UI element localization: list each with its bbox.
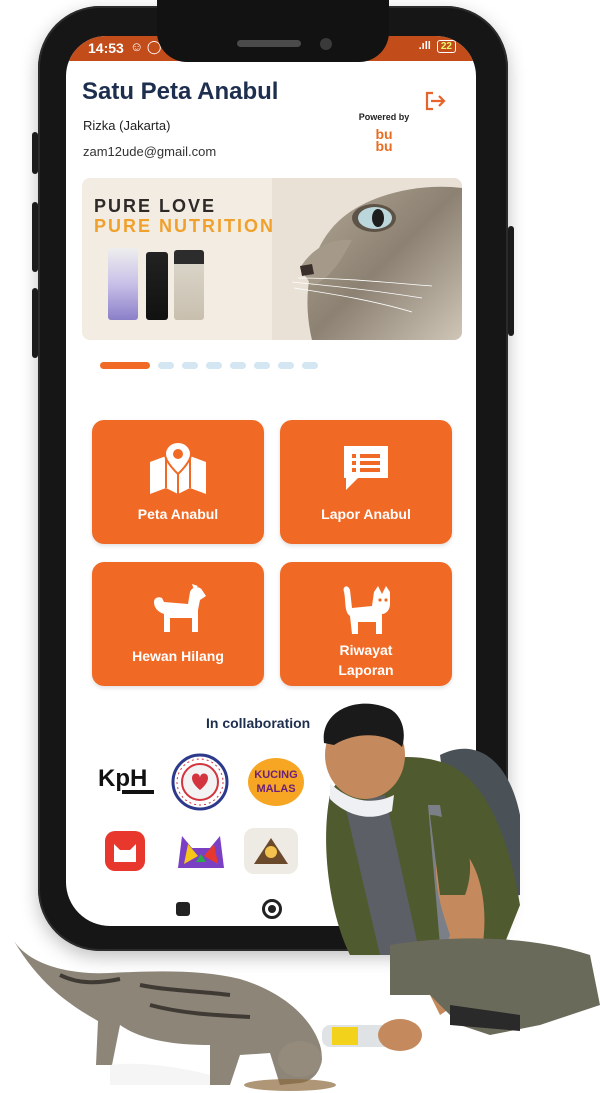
user-email: zam12ude@gmail.com [83,144,217,159]
tile-label: Lapor Anabul [321,506,411,522]
kph-logo: KpH [98,765,154,794]
phone-side-button [32,288,38,358]
status-time: 14:53 [88,40,124,56]
cat-mascot-logo [105,831,145,871]
banner-subheadline: PURE NUTRITION [94,216,275,236]
report-chat-icon [344,446,388,490]
colorful-cat-logo [178,836,224,868]
phone-side-button [508,226,514,336]
tile-label: Hewan Hilang [132,648,224,664]
carousel-dot[interactable] [206,362,222,369]
status-right: .ıll 22 [419,40,456,53]
carousel-dot-active[interactable] [100,362,150,369]
phone-notch [157,0,389,62]
carousel-dot[interactable] [182,362,198,369]
carousel-dot[interactable] [254,362,270,369]
phone-side-button [32,132,38,174]
carousel-dot[interactable] [158,362,174,369]
logout-icon[interactable] [422,88,448,114]
hewan-hilang-button[interactable]: Hewan Hilang [92,562,264,686]
bubu-logo: bu bu [375,126,393,154]
user-name: Rizka (Jakarta) [83,118,171,133]
signal-icon: .ıll [418,40,431,52]
product-pack-image [174,250,204,320]
animal-welfare-logo [171,753,229,811]
banner-headline: PURE LOVE [94,196,217,216]
product-pack-image [108,248,138,320]
page-title: Satu Peta Anabul [82,78,279,105]
map-pin-icon [150,440,206,494]
svg-text:KpH: KpH [98,765,147,792]
carousel-dot[interactable] [278,362,294,369]
tile-label: Peta Anabul [137,506,219,522]
promo-banner[interactable]: PURE LOVE PURE NUTRITION [82,178,462,340]
battery-icon: 22 [436,40,456,53]
cat-icon [343,586,390,634]
phone-side-button [32,202,38,272]
powered-by-label: Powered by [358,112,410,122]
lapor-anabul-button[interactable]: Lapor Anabul [280,420,452,544]
carousel-dot[interactable] [230,362,246,369]
tile-label: Riwayat Laporan [338,642,394,678]
cat-face-image [272,178,462,340]
recent-apps-button[interactable] [176,902,190,916]
notification-icons: ☺ ◯ [130,39,162,54]
home-button[interactable] [262,899,282,919]
front-camera [320,38,332,50]
product-pack-image [146,252,168,320]
cat-eating-image [14,941,336,1091]
peta-anabul-button[interactable]: Peta Anabul [92,420,264,544]
riwayat-laporan-button[interactable]: Riwayat Laporan [280,562,452,686]
speaker-grille [237,40,301,47]
dog-icon [154,584,206,632]
carousel-dot[interactable] [302,362,318,369]
